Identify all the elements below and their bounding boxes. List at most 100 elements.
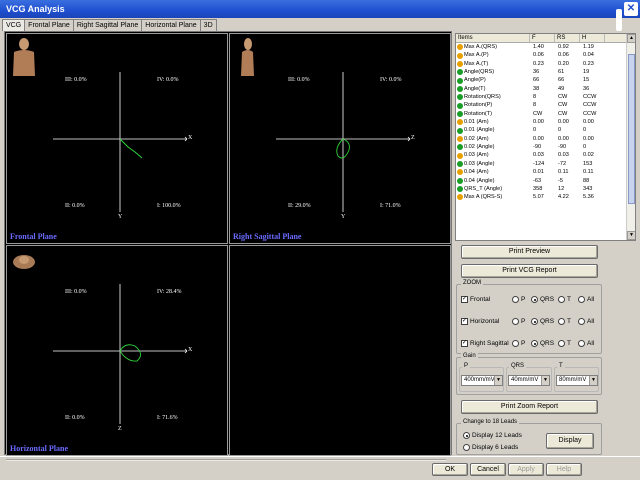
- checkbox-icon: ✓: [461, 318, 468, 325]
- row-item: Rotation(P): [456, 101, 530, 109]
- scroll-down-icon[interactable]: ▼: [627, 231, 635, 240]
- horizontal-q4: IV: 28.4%: [157, 289, 182, 295]
- table-row[interactable]: Rotation(QRS) 8 CW CCW: [456, 93, 635, 101]
- empty-plot-pane: [229, 245, 451, 456]
- row-item: QRS_T (Angle): [456, 185, 530, 193]
- row-item: 0.04 (Am): [456, 168, 530, 176]
- row-rs: 49: [558, 85, 565, 92]
- horizontal-axis-z-label: Z: [118, 426, 122, 432]
- table-row[interactable]: Rotation(P) 8 CW CCW: [456, 101, 635, 109]
- table-row[interactable]: Angle(P) 66 66 15: [456, 76, 635, 84]
- horizontal-loop: [119, 344, 141, 362]
- tab-3d[interactable]: 3D: [199, 19, 217, 31]
- frontal-q1: I: 100.0%: [157, 203, 181, 209]
- gain-t-select[interactable]: 80mm/mV ▼: [556, 375, 598, 386]
- gain-qrs-select[interactable]: 40mm/mV ▼: [508, 375, 550, 386]
- table-row[interactable]: Max A.(QRS) 1.40 0.92 1.19: [456, 43, 635, 51]
- list-scrollbar[interactable]: ▲ ▼: [626, 34, 635, 240]
- row-rs: 0.92: [558, 44, 569, 50]
- table-row[interactable]: 0.01 (Am) 0.00 0.00 0.00: [456, 118, 635, 126]
- sagittal-q2: II: 29.0%: [288, 203, 311, 209]
- print-zoom-report-button[interactable]: Print Zoom Report: [461, 400, 598, 414]
- amplitude-icon: [457, 119, 463, 126]
- table-row[interactable]: 0.02 (Angle) -90 -90 0: [456, 143, 635, 151]
- table-row[interactable]: 0.04 (Angle) -63 -5 88: [456, 177, 635, 185]
- frontal-plane-pane[interactable]: III: 0.0% IV: 0.0% II: 0.0% I: 100.0% X …: [6, 33, 228, 244]
- zoom-radio-t[interactable]: T: [558, 318, 571, 325]
- col-h[interactable]: H: [580, 34, 605, 42]
- row-h: 0.04: [583, 52, 594, 59]
- row-rs: 66: [558, 77, 565, 84]
- zoom-radio-qrs[interactable]: QRS: [531, 318, 554, 325]
- ok-button[interactable]: OK: [432, 463, 468, 476]
- scroll-thumb[interactable]: [628, 54, 635, 204]
- tab-vcg[interactable]: VCG: [2, 19, 26, 31]
- gain-p-select[interactable]: 400mm/mV ▼: [461, 375, 503, 386]
- table-row[interactable]: Max A (QRS-S) 5.07 4.22 5.36: [456, 193, 635, 201]
- row-f: 8: [533, 94, 537, 101]
- scroll-up-icon[interactable]: ▲: [627, 34, 635, 43]
- gain-qrs-value: 40mm/mV: [511, 377, 539, 383]
- print-preview-button[interactable]: Print Preview: [461, 245, 598, 259]
- row-item: 0.01 (Am): [456, 118, 530, 126]
- zoom-radio-qrs[interactable]: QRS: [531, 340, 554, 347]
- display-button[interactable]: Display: [546, 433, 594, 449]
- chevron-down-icon[interactable]: ▼: [589, 376, 597, 385]
- tab-frontal-plane[interactable]: Frontal Plane: [24, 19, 74, 31]
- zoom-radio-p[interactable]: P: [512, 318, 525, 325]
- amplitude-icon: [457, 152, 463, 159]
- vcg-results-list[interactable]: Items F RS H Max A.(QRS) 1.40 0.92 1.19 Max …: [455, 33, 636, 241]
- display-12-leads-radio[interactable]: Display 12 Leads: [463, 432, 522, 439]
- zoom-checkbox-frontal[interactable]: ✓ Frontal: [461, 296, 490, 303]
- table-row[interactable]: 0.03 (Am) 0.03 0.03 0.02: [456, 151, 635, 159]
- tab-right-sagittal-plane[interactable]: Right Sagittal Plane: [72, 19, 143, 31]
- horizontal-plane-label: Horizontal Plane: [10, 444, 68, 453]
- table-row[interactable]: 0.01 (Angle) 0 0 0: [456, 126, 635, 134]
- sagittal-body-thumbnail: [234, 36, 260, 78]
- row-f: 0.01: [533, 169, 544, 176]
- apply-button[interactable]: Apply: [508, 463, 544, 476]
- chevron-down-icon[interactable]: ▼: [494, 376, 502, 385]
- tab-strip: VCG Frontal Plane Right Sagittal Plane H…: [2, 19, 217, 31]
- angle-icon: [457, 94, 463, 101]
- display-6-leads-radio[interactable]: Display 6 Leads: [463, 444, 518, 451]
- angle-icon: [457, 144, 463, 151]
- zoom-radio-all[interactable]: All: [578, 340, 594, 347]
- table-row[interactable]: 0.02 (Am) 0.00 0.00 0.00: [456, 135, 635, 143]
- table-row[interactable]: 0.03 (Angle) -124 -72 153: [456, 160, 635, 168]
- tab-horizontal-plane[interactable]: Horizontal Plane: [141, 19, 201, 31]
- frontal-body-thumbnail: [11, 36, 37, 78]
- table-row[interactable]: Angle(T) 38 49 36: [456, 85, 635, 93]
- col-f[interactable]: F: [530, 34, 555, 42]
- close-icon[interactable]: ✕: [624, 2, 638, 16]
- table-row[interactable]: Max A.(T) 0.23 0.20 0.23: [456, 60, 635, 68]
- zoom-radio-all[interactable]: All: [578, 296, 594, 303]
- table-row[interactable]: Max A.(P) 0.06 0.06 0.04: [456, 51, 635, 59]
- zoom-radio-t[interactable]: T: [558, 296, 571, 303]
- help-button[interactable]: Help: [546, 463, 582, 476]
- zoom-checkbox-horizontal[interactable]: ✓ Horizontal: [461, 318, 499, 325]
- print-vcg-report-button[interactable]: Print VCG Report: [461, 264, 598, 278]
- col-items[interactable]: Items: [456, 34, 530, 42]
- chevron-down-icon[interactable]: ▼: [541, 376, 549, 385]
- table-row[interactable]: Rotation(T) CW CW CCW: [456, 110, 635, 118]
- row-h: 0.23: [583, 60, 594, 67]
- cancel-button[interactable]: Cancel: [470, 463, 506, 476]
- zoom-radio-p[interactable]: P: [512, 296, 525, 303]
- zoom-radio-all[interactable]: All: [578, 318, 594, 325]
- table-row[interactable]: Angle(QRS) 36 61 19: [456, 68, 635, 76]
- list-rows: Max A.(QRS) 1.40 0.92 1.19 Max A.(P) 0.06 0.06…: [456, 43, 635, 202]
- zoom-radio-p[interactable]: P: [512, 340, 525, 347]
- row-h: 5.36: [583, 194, 594, 201]
- table-row[interactable]: QRS_T (Angle) 358 12 343: [456, 185, 635, 193]
- horizontal-plane-pane[interactable]: III: 0.0% IV: 28.4% II: 0.0% I: 71.6% X …: [6, 245, 228, 456]
- zoom-checkbox-right-sagittal[interactable]: ✓ Right Sagittal: [461, 340, 509, 347]
- sagittal-plane-pane[interactable]: III: 0.0% IV: 0.0% II: 29.0% I: 71.0% Z …: [229, 33, 451, 244]
- zoom-radio-qrs[interactable]: QRS: [531, 296, 554, 303]
- row-f: 0.06: [533, 52, 544, 59]
- col-rs[interactable]: RS: [555, 34, 580, 42]
- angle-icon: [457, 160, 463, 167]
- zoom-radio-t[interactable]: T: [558, 340, 571, 347]
- table-row[interactable]: 0.04 (Am) 0.01 0.11 0.11: [456, 168, 635, 176]
- horizontal-q3: III: 0.0%: [65, 289, 87, 295]
